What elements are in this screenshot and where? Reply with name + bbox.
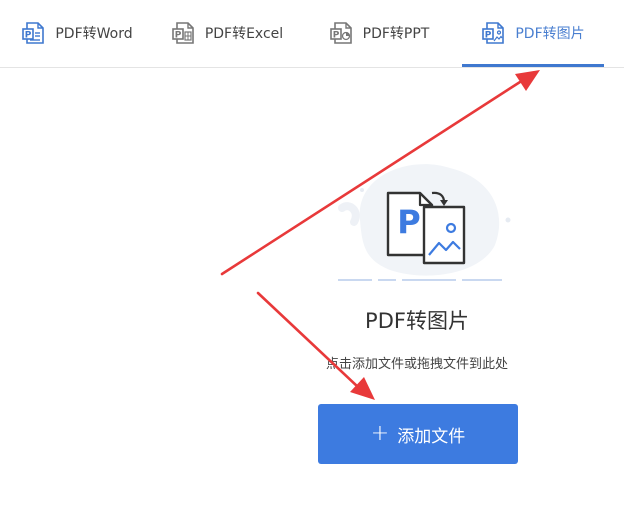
svg-text:P: P: [175, 31, 182, 41]
svg-text:P: P: [485, 31, 492, 41]
pdf-to-image-icon: P: [386, 191, 466, 265]
plus-icon: +: [370, 421, 390, 446]
tab-label: PDF转PPT: [362, 26, 430, 42]
pdf-ppt-icon: P: [329, 22, 352, 44]
pdf-image-icon: P: [482, 22, 505, 44]
tab-label: PDF转Word: [55, 26, 133, 42]
pdf-excel-icon: P: [172, 22, 194, 44]
add-file-button-label: 添加文件: [397, 426, 466, 447]
conversion-tab-bar: P PDF转Word P PDF转Excel P PDF转PPT P PDF转图…: [0, 0, 624, 68]
add-file-button[interactable]: + 添加文件: [318, 404, 518, 464]
svg-text:P: P: [332, 31, 339, 41]
tab-pdf-to-excel[interactable]: P PDF转Excel: [160, 0, 294, 66]
drop-zone-hint: 点击添加文件或拖拽文件到此处: [325, 357, 508, 372]
tab-pdf-to-ppt[interactable]: P PDF转PPT: [314, 0, 444, 66]
tab-pdf-to-word[interactable]: P PDF转Word: [6, 0, 148, 66]
pdf-badge-letter: P: [397, 203, 420, 241]
annotation-arrows: [220, 70, 540, 400]
pdf-word-icon: P: [22, 22, 45, 44]
tab-label: PDF转Excel: [204, 26, 284, 42]
svg-text:P: P: [25, 31, 32, 41]
tab-label: PDF转图片: [515, 26, 585, 42]
page-title: PDF转图片: [365, 309, 469, 333]
tab-pdf-to-image[interactable]: P PDF转图片: [462, 0, 604, 67]
